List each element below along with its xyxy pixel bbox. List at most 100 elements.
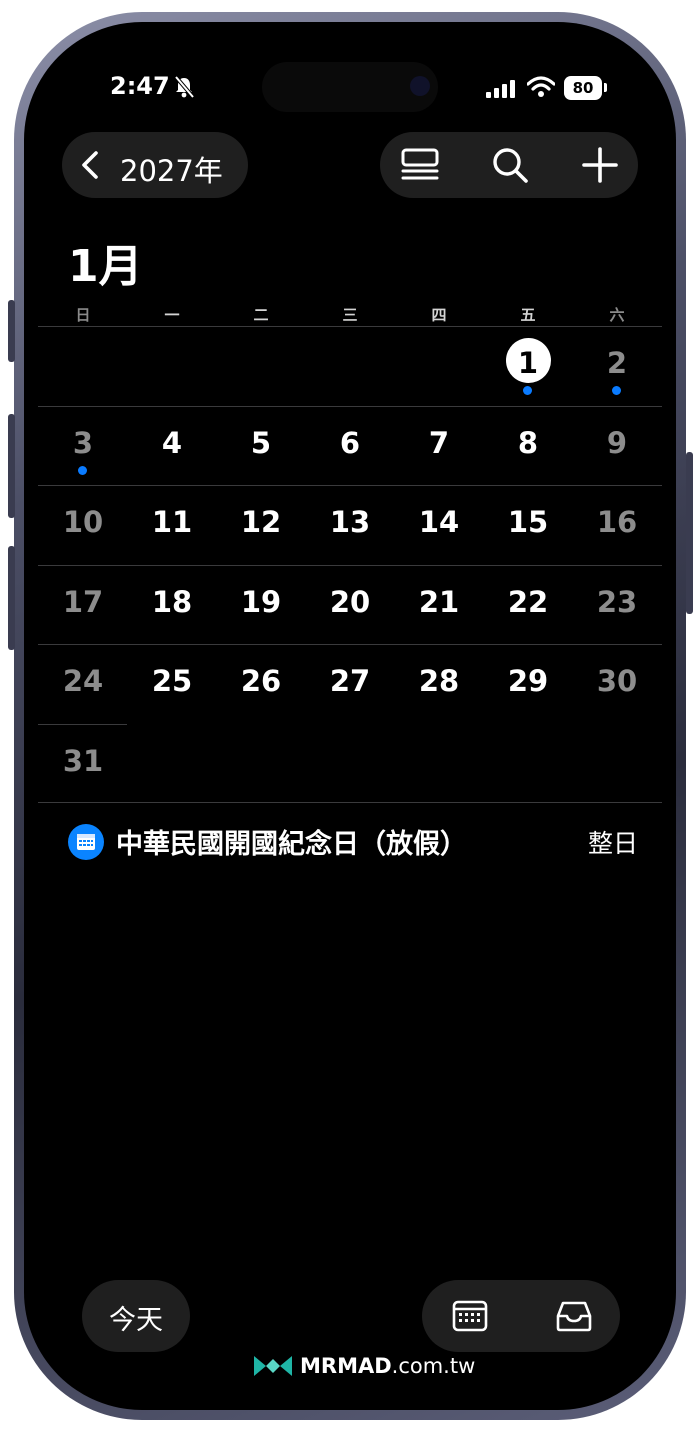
day-number: 3	[72, 425, 94, 460]
day-cell[interactable]: 5	[216, 406, 306, 484]
front-camera	[410, 76, 430, 96]
day-number: 14	[418, 505, 460, 539]
day-cell[interactable]: 31	[38, 724, 128, 802]
day-number: 28	[418, 664, 460, 698]
calendar-icon	[68, 824, 104, 860]
day-number: 27	[329, 664, 371, 698]
day-cell[interactable]: 29	[483, 644, 573, 722]
day-number: 11	[151, 505, 193, 539]
event-dot	[78, 465, 87, 475]
watermark-domain: .com.tw	[391, 1354, 476, 1378]
day-cell[interactable]: 8	[483, 406, 573, 484]
day-cell[interactable]: 19	[216, 565, 306, 643]
calendars-icon[interactable]	[452, 1298, 488, 1338]
event-title: 中華民國開國紀念日（放假）	[116, 829, 467, 860]
day-number: 29	[507, 664, 549, 698]
weekday-tue: 二	[253, 306, 269, 324]
day-number: 22	[507, 584, 549, 619]
weekday-fri: 五	[520, 306, 536, 324]
event-row[interactable]: 中華民國開國紀念日（放假） 整日	[68, 818, 638, 866]
day-number: 26	[240, 664, 282, 698]
day-cell[interactable]: 14	[394, 485, 484, 563]
cellular-signal-icon	[486, 80, 518, 102]
day-cell[interactable]: 3	[38, 406, 128, 484]
day-number: 16	[596, 505, 638, 539]
battery-indicator: 80	[564, 76, 602, 100]
day-cell[interactable]: 15	[483, 485, 573, 563]
day-cell[interactable]: 22	[483, 565, 573, 643]
event-divider	[38, 802, 662, 803]
weekday-thu: 四	[431, 306, 447, 324]
watermark-brand: MRMAD	[300, 1354, 392, 1378]
day-number: 9	[606, 425, 628, 460]
day-cell[interactable]: 16	[572, 485, 662, 563]
day-cell[interactable]: 2	[572, 326, 662, 404]
day-number: 20	[329, 584, 371, 619]
day-number: 12	[240, 505, 282, 539]
day-cell[interactable]: 26	[216, 644, 306, 722]
day-cell[interactable]: 12	[216, 485, 306, 563]
today-label: 今天	[109, 1305, 163, 1336]
volume-down-button	[8, 546, 15, 650]
weekday-header: 日 一 二 三 四 五 六	[38, 304, 662, 324]
screen: 2:47 80 2027年 1月 日 一 二 三 四 五 六 1234 5 6 …	[24, 22, 676, 1410]
day-cell[interactable]: 23	[572, 565, 662, 643]
day-number: 10	[62, 505, 104, 539]
back-to-year-button[interactable]: 2027年	[62, 132, 248, 198]
wifi-icon	[526, 76, 556, 102]
list-view-icon[interactable]	[400, 145, 440, 189]
day-cell[interactable]: 17	[38, 565, 128, 643]
day-number: 21	[418, 584, 460, 619]
weekday-sun: 日	[75, 306, 91, 324]
day-cell[interactable]: 9	[572, 406, 662, 484]
weekday-wed: 三	[342, 306, 358, 324]
volume-up-button	[8, 414, 15, 518]
inbox-icon[interactable]	[554, 1298, 594, 1338]
bottom-toolbar	[422, 1280, 620, 1352]
day-cell[interactable]: 21	[394, 565, 484, 643]
battery-tip	[604, 83, 607, 92]
day-number: 19	[240, 584, 282, 619]
day-cell[interactable]: 27	[305, 644, 395, 722]
month-title: 1月	[68, 241, 143, 292]
day-cell[interactable]: 28	[394, 644, 484, 722]
day-number: 23	[596, 584, 638, 619]
day-cell[interactable]: 10	[38, 485, 128, 563]
status-time: 2:47	[110, 72, 170, 100]
day-cell[interactable]: 6	[305, 406, 395, 484]
weekday-mon: 一	[164, 306, 180, 324]
day-cell[interactable]: 11	[127, 485, 217, 563]
day-cell-today[interactable]: 1	[483, 326, 573, 404]
day-cell[interactable]: 24	[38, 644, 128, 722]
bell-slash-icon	[174, 75, 195, 102]
day-number: 18	[151, 584, 193, 619]
action-button	[8, 300, 15, 362]
mrmad-logo-icon	[252, 1352, 294, 1384]
back-label: 2027年	[120, 154, 223, 188]
day-number: 7	[428, 425, 450, 460]
top-toolbar	[380, 132, 638, 198]
day-number: 25	[151, 664, 193, 698]
watermark-text: MRMAD.com.tw	[300, 1354, 475, 1378]
search-icon[interactable]	[490, 145, 530, 189]
today-button[interactable]: 今天	[82, 1280, 190, 1352]
day-number: 2	[606, 346, 628, 380]
power-button	[686, 452, 693, 614]
day-number: 15	[507, 505, 549, 539]
event-dot	[612, 386, 621, 395]
day-cell[interactable]: 4	[127, 406, 217, 484]
day-number: 24	[62, 664, 104, 698]
day-cell[interactable]: 30	[572, 644, 662, 722]
day-cell[interactable]: 7	[394, 406, 484, 484]
event-dot	[523, 386, 532, 395]
day-cell[interactable]: 18	[127, 565, 217, 643]
event-time: 整日	[587, 829, 638, 858]
day-cell[interactable]: 25	[127, 644, 217, 722]
add-icon[interactable]	[580, 145, 620, 189]
weekday-sat: 六	[609, 306, 625, 324]
day-number: 4	[161, 425, 183, 460]
day-cell[interactable]: 20	[305, 565, 395, 643]
day-number: 31	[62, 743, 104, 778]
chevron-left-icon	[80, 150, 100, 184]
day-cell[interactable]: 13	[305, 485, 395, 563]
